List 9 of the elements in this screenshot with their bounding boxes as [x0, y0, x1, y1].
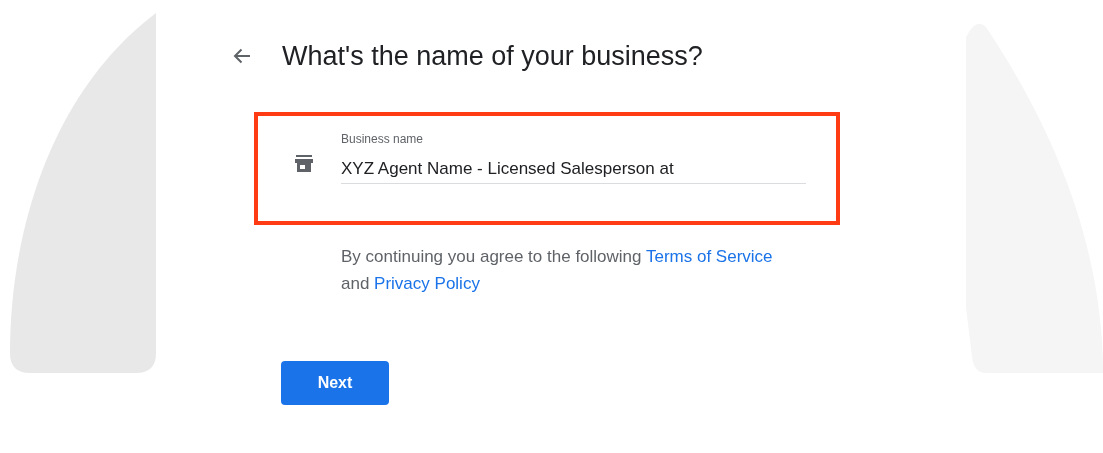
page-title: What's the name of your business? [282, 40, 703, 73]
back-arrow-icon[interactable] [232, 46, 252, 66]
business-name-field[interactable]: XYZ Agent Name - Licensed Salesperson at [341, 155, 806, 184]
terms-text: By continuing you agree to the following Terms of Service and Privacy Policy [341, 246, 774, 295]
privacy-link[interactable]: Privacy Policy [374, 274, 480, 293]
field-label: Business name [341, 131, 425, 147]
store-icon [294, 154, 314, 174]
terms-link[interactable]: Terms of Service [645, 247, 773, 266]
next-button[interactable]: Next [281, 361, 389, 405]
